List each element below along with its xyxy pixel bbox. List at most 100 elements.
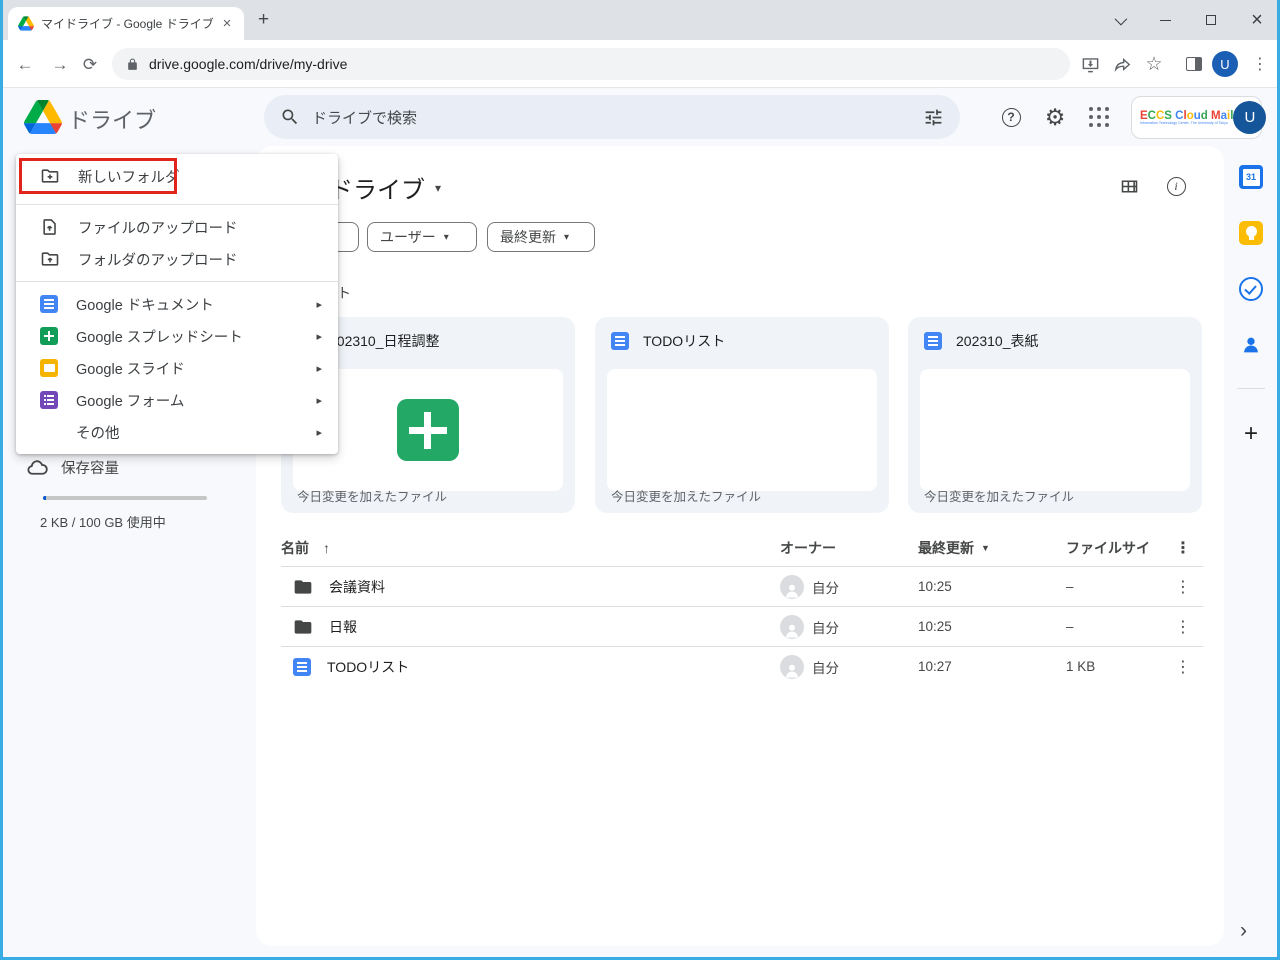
contacts-icon[interactable] xyxy=(1238,332,1264,358)
file-upload-icon xyxy=(40,217,60,237)
storage-usage-text: 2 KB / 100 GB 使用中 xyxy=(40,512,166,531)
account-avatar[interactable]: U xyxy=(1233,101,1266,134)
drive-logo-icon xyxy=(24,100,62,139)
docs-file-icon xyxy=(293,658,311,676)
reload-button[interactable]: ⟳ xyxy=(77,52,103,78)
new-tab-button[interactable]: + xyxy=(258,13,269,27)
row-more-icon[interactable]: ⋮ xyxy=(1171,567,1195,606)
tab-close-icon[interactable]: × xyxy=(218,15,236,32)
window-menu-chevron-icon[interactable] xyxy=(1096,0,1142,40)
card-title: TODOリスト xyxy=(643,331,725,351)
file-row[interactable]: 会議資料 自分 10:25 – ⋮ xyxy=(281,566,1203,606)
submenu-arrow-icon: ▸ xyxy=(316,426,322,439)
chevron-down-icon: ▾ xyxy=(564,232,569,243)
owner-name: 自分 xyxy=(812,617,839,637)
owner-avatar xyxy=(780,575,804,599)
tab-title: マイドライブ - Google ドライブ xyxy=(41,15,218,32)
address-bar[interactable]: drive.google.com/drive/my-drive xyxy=(112,48,1070,80)
search-options-tune-icon[interactable] xyxy=(923,107,944,128)
lock-icon xyxy=(126,58,139,71)
card-thumbnail xyxy=(920,369,1190,491)
sort-by-name[interactable]: 名前 ↑ xyxy=(281,533,330,563)
owner-name: 自分 xyxy=(812,657,839,677)
forward-button[interactable]: → xyxy=(47,52,73,78)
card-title: 202310_表紙 xyxy=(956,331,1039,351)
docs-icon xyxy=(40,295,58,313)
eccs-subtext: Information Technology Center, The Unive… xyxy=(1140,122,1233,126)
sheets-icon xyxy=(40,327,58,345)
search-icon xyxy=(280,107,300,127)
owner-column-header[interactable]: オーナー xyxy=(780,533,836,563)
side-panel-icon[interactable] xyxy=(1182,52,1206,76)
menu-item-google-slides[interactable]: Google スライド ▸ xyxy=(16,352,338,384)
card-thumbnail xyxy=(607,369,877,491)
filter-chip-modified[interactable]: 最終更新▾ xyxy=(487,222,595,252)
browser-tab[interactable]: マイドライブ - Google ドライブ × xyxy=(8,7,244,40)
submenu-arrow-icon: ▸ xyxy=(316,330,322,343)
chevron-down-icon: ▾ xyxy=(435,181,441,195)
browser-titlebar: マイドライブ - Google ドライブ × + × xyxy=(0,0,1280,40)
file-name: 日報 xyxy=(329,617,357,637)
suggested-file-card[interactable]: TODOリスト 今日変更を加えたファイル xyxy=(595,317,889,513)
modified-column-header[interactable]: 最終更新 ▼ xyxy=(918,533,990,563)
sort-ascending-icon: ↑ xyxy=(323,540,330,556)
row-more-icon[interactable]: ⋮ xyxy=(1171,647,1195,686)
divider xyxy=(16,281,338,282)
share-icon[interactable] xyxy=(1110,52,1134,76)
google-apps-grid-icon[interactable] xyxy=(1086,104,1112,130)
window-maximize-button[interactable] xyxy=(1188,0,1234,40)
grid-view-toggle-icon[interactable] xyxy=(1116,173,1142,199)
app-name: ドライブ xyxy=(68,103,156,135)
menu-item-file-upload[interactable]: ファイルのアップロード xyxy=(16,211,338,243)
tasks-icon[interactable] xyxy=(1238,276,1264,302)
search-placeholder: ドライブで検索 xyxy=(312,107,923,128)
forms-icon xyxy=(40,391,58,409)
modified-time: 10:25 xyxy=(918,567,952,606)
owner-name: 自分 xyxy=(812,577,839,597)
menu-item-google-forms[interactable]: Google フォーム ▸ xyxy=(16,384,338,416)
file-name: 会議資料 xyxy=(329,577,385,597)
bookmark-star-icon[interactable]: ☆ xyxy=(1142,52,1166,76)
settings-gear-icon[interactable]: ⚙ xyxy=(1042,104,1068,130)
help-icon[interactable]: ? xyxy=(998,104,1024,130)
folder-icon xyxy=(293,577,313,597)
browser-profile-avatar[interactable]: U xyxy=(1212,51,1238,77)
eccs-logo-text: ECCS Cloud Mail xyxy=(1140,110,1233,122)
submenu-arrow-icon: ▸ xyxy=(316,298,322,311)
card-caption: 今日変更を加えたファイル xyxy=(611,486,761,505)
expand-panel-chevron-icon[interactable]: › xyxy=(1240,919,1247,943)
size-column-header[interactable]: ファイルサイ xyxy=(1066,533,1150,563)
suggested-file-card[interactable]: 202310_表紙 今日変更を加えたファイル xyxy=(908,317,1202,513)
search-input[interactable]: ドライブで検索 xyxy=(264,95,960,139)
file-row[interactable]: 日報 自分 10:25 – ⋮ xyxy=(281,606,1203,646)
keep-icon[interactable] xyxy=(1238,220,1264,246)
filter-chip-people[interactable]: ユーザー▾ xyxy=(367,222,477,252)
browser-menu-icon[interactable]: ⋮ xyxy=(1248,52,1272,76)
file-row[interactable]: TODOリスト 自分 10:27 1 KB ⋮ xyxy=(281,646,1203,686)
owner-avatar xyxy=(780,615,804,639)
install-app-icon[interactable] xyxy=(1078,52,1102,76)
drive-favicon-icon xyxy=(18,16,34,31)
card-title: 202310_日程調整 xyxy=(329,331,440,351)
storage-progress-bar xyxy=(43,496,207,500)
menu-item-more[interactable]: その他 ▸ xyxy=(16,416,338,448)
window-minimize-button[interactable] xyxy=(1142,0,1188,40)
divider xyxy=(1237,388,1265,389)
add-panel-app-icon[interactable]: + xyxy=(1238,421,1264,447)
header-more-icon[interactable]: ⋮ xyxy=(1171,533,1195,563)
divider xyxy=(16,204,338,205)
menu-item-new-folder[interactable]: 新しいフォルダ xyxy=(16,154,338,198)
docs-file-icon xyxy=(924,332,942,350)
storage-nav-item[interactable]: 保存容量 xyxy=(26,456,119,479)
window-close-button[interactable]: × xyxy=(1234,0,1280,40)
calendar-icon[interactable]: 31 xyxy=(1238,164,1264,190)
menu-item-google-docs[interactable]: Google ドキュメント ▸ xyxy=(16,288,338,320)
cloud-icon xyxy=(26,456,49,479)
row-more-icon[interactable]: ⋮ xyxy=(1171,607,1195,646)
account-badge[interactable]: ECCS Cloud Mail Information Technology C… xyxy=(1131,96,1262,139)
back-button[interactable]: ← xyxy=(12,52,38,78)
menu-item-folder-upload[interactable]: フォルダのアップロード xyxy=(16,243,338,275)
details-info-icon[interactable]: i xyxy=(1163,173,1189,199)
menu-item-google-sheets[interactable]: Google スプレッドシート ▸ xyxy=(16,320,338,352)
card-caption: 今日変更を加えたファイル xyxy=(297,486,447,505)
